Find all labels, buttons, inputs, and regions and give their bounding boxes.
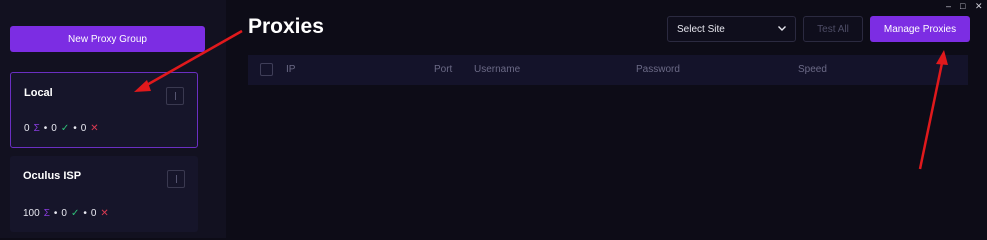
group-name: Oculus ISP <box>23 170 82 182</box>
separator-dot: • <box>83 208 87 219</box>
sigma-icon: Σ <box>33 123 40 134</box>
separator-dot: • <box>73 123 77 134</box>
minimize-icon[interactable]: – <box>946 1 951 11</box>
group-stats: 100 Σ • 0 ✓ • 0 ✕ <box>23 208 109 219</box>
check-icon: ✓ <box>70 208 80 219</box>
column-ip: IP <box>286 64 296 75</box>
proxy-group-card-oculus-isp[interactable]: Oculus ISP 100 Σ • 0 ✓ • 0 ✕ <box>10 156 198 232</box>
x-icon: ✕ <box>100 208 109 219</box>
bad-count: 0 <box>90 208 97 219</box>
ok-count: 0 <box>61 208 67 219</box>
total-count: 0 <box>24 123 30 134</box>
column-port: Port <box>434 64 453 75</box>
proxy-table-header: IP Port Username Password Speed <box>248 55 968 85</box>
separator-dot: • <box>43 123 48 134</box>
sigma-icon: Σ <box>43 208 50 219</box>
sidebar: New Proxy Group Local 0 Σ • 0 ✓ • 0 ✕ Oc… <box>0 0 226 238</box>
select-site-label: Select Site <box>677 23 725 35</box>
group-menu-icon[interactable] <box>166 87 184 105</box>
group-name: Local <box>24 87 53 99</box>
x-icon: ✕ <box>90 123 99 134</box>
group-menu-icon[interactable] <box>167 170 185 188</box>
select-all-checkbox[interactable] <box>260 63 273 76</box>
select-site-dropdown[interactable]: Select Site <box>667 16 796 42</box>
column-username: Username <box>474 64 521 75</box>
page-title: Proxies <box>248 15 324 38</box>
test-all-button[interactable]: Test All <box>803 16 863 42</box>
total-count: 100 <box>23 208 40 219</box>
manage-proxies-button[interactable]: Manage Proxies <box>870 16 970 42</box>
close-icon[interactable]: ✕ <box>975 1 983 12</box>
ok-count: 0 <box>51 123 57 134</box>
column-speed: Speed <box>798 64 827 75</box>
bad-count: 0 <box>80 123 87 134</box>
proxy-group-card-local[interactable]: Local 0 Σ • 0 ✓ • 0 ✕ <box>10 72 198 148</box>
new-proxy-group-button[interactable]: New Proxy Group <box>10 26 205 52</box>
maximize-icon[interactable]: □ <box>960 1 965 11</box>
chevron-down-icon <box>778 26 786 31</box>
column-password: Password <box>636 64 680 75</box>
group-stats: 0 Σ • 0 ✓ • 0 ✕ <box>24 123 99 134</box>
check-icon: ✓ <box>60 123 70 134</box>
separator-dot: • <box>53 208 58 219</box>
